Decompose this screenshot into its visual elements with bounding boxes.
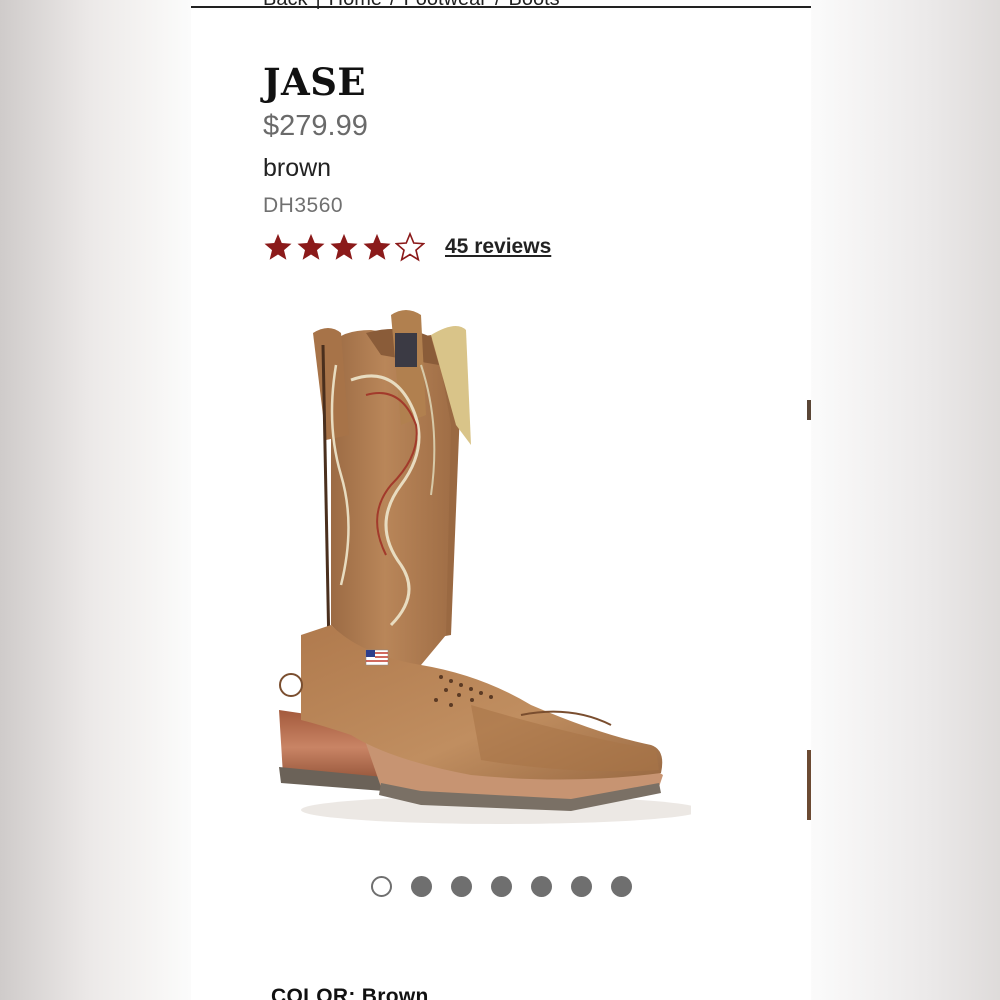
star-filled-icon xyxy=(330,233,358,260)
star-filled-icon xyxy=(363,233,391,260)
product-image[interactable] xyxy=(271,305,691,845)
product-rating: 45 reviews xyxy=(263,232,551,262)
breadcrumb-boots[interactable]: Boots xyxy=(509,0,560,10)
product-page: Back|Home/Footwear/Boots JASE $279.99 br… xyxy=(191,0,811,1000)
carousel-dot[interactable] xyxy=(571,876,592,897)
star-filled-icon xyxy=(297,233,325,260)
star-outline-icon xyxy=(395,232,425,262)
carousel-dot[interactable] xyxy=(491,876,512,897)
color-selector-label: COLOR: Brown xyxy=(271,985,429,1000)
breadcrumb-back[interactable]: Back xyxy=(263,0,307,10)
rating-stars xyxy=(263,232,425,262)
breadcrumb-home[interactable]: Home xyxy=(329,0,382,10)
header-divider xyxy=(191,6,811,8)
star-filled-icon xyxy=(264,233,292,260)
product-price: $279.99 xyxy=(263,110,368,142)
product-color: brown xyxy=(263,154,332,182)
carousel-dot[interactable] xyxy=(531,876,552,897)
product-title: JASE xyxy=(263,60,367,104)
next-image-peek xyxy=(807,400,811,820)
product-sku: DH3560 xyxy=(263,194,344,217)
carousel-dot[interactable] xyxy=(451,876,472,897)
reviews-link[interactable]: 45 reviews xyxy=(445,235,551,259)
breadcrumb-footwear[interactable]: Footwear xyxy=(404,0,487,10)
carousel-dot[interactable] xyxy=(611,876,632,897)
carousel-dot[interactable] xyxy=(371,876,392,897)
carousel-dots xyxy=(371,876,632,897)
carousel-dot[interactable] xyxy=(411,876,432,897)
